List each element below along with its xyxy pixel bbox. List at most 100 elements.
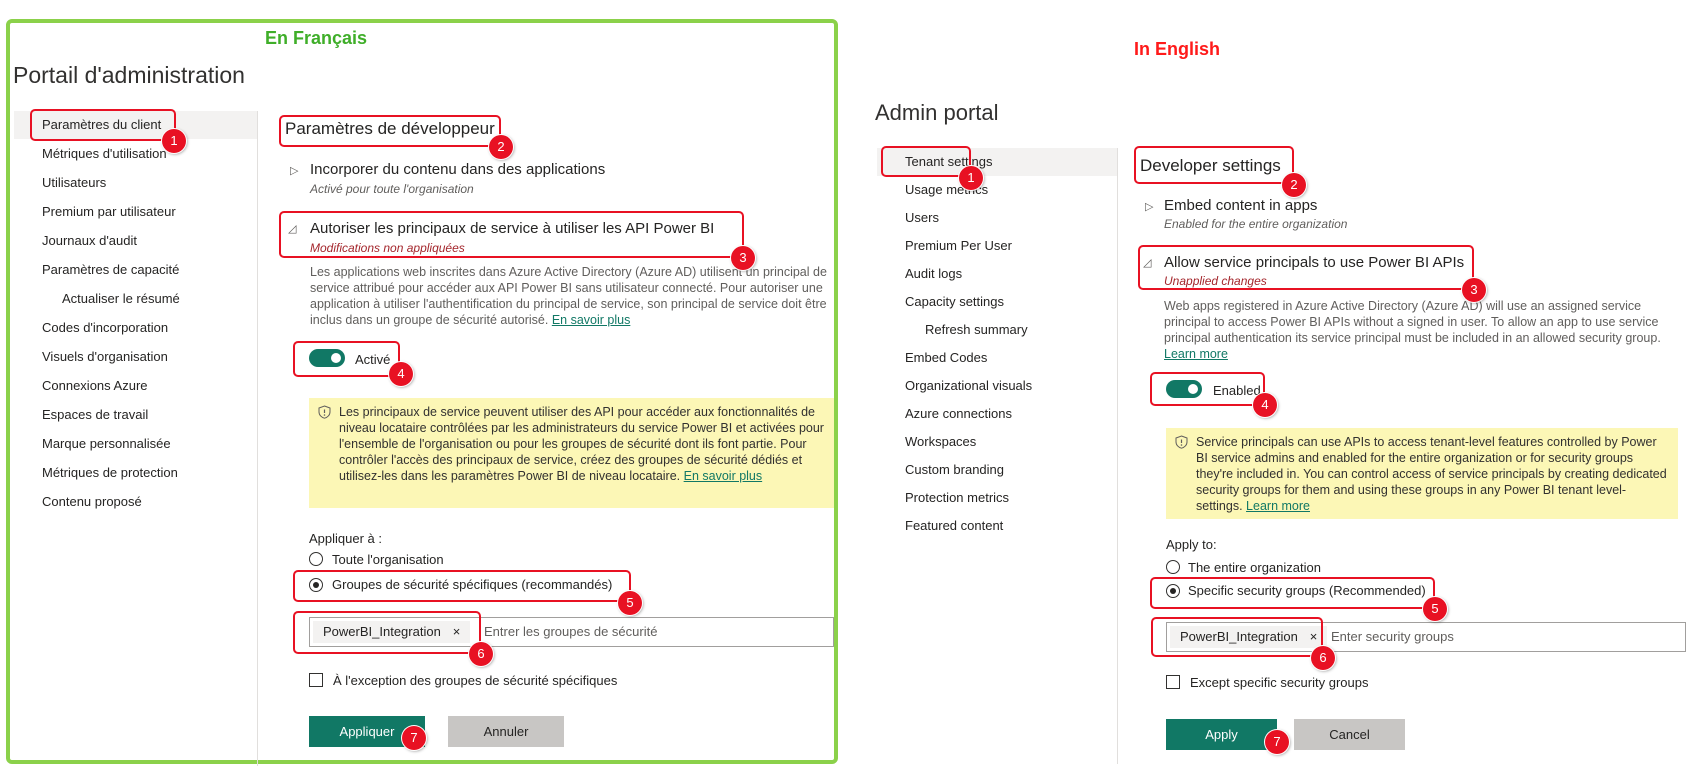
sidebar-item-featured-content[interactable]: Contenu proposé (14, 488, 142, 516)
french-panel: En Français Portail d'administration Par… (0, 0, 850, 774)
toggle-knob (1188, 384, 1198, 394)
security-groups-input[interactable]: PowerBI_Integration × Entrer les groupes … (309, 617, 834, 647)
sidebar-item-tenant-settings[interactable]: Tenant settings (877, 148, 1117, 176)
sidebar-item-refresh-summary[interactable]: Actualiser le résumé (14, 285, 180, 313)
group-chip: PowerBI_Integration × (313, 621, 471, 643)
sidebar-item-protection-metrics[interactable]: Protection metrics (877, 484, 1009, 512)
warning-learn-more-link[interactable]: Learn more (1246, 499, 1310, 513)
except-checkbox[interactable] (1166, 675, 1180, 689)
annotation-badge-1: 1 (162, 129, 186, 153)
section-title: Developer settings (1140, 156, 1281, 175)
radio-entire-organization[interactable] (309, 552, 323, 566)
sidebar-item-capacity-settings[interactable]: Paramètres de capacité (14, 256, 179, 284)
warning-banner: Les principaux de service peuvent utilis… (309, 398, 834, 508)
page-title: Admin portal (875, 100, 999, 125)
enable-toggle[interactable] (1166, 380, 1202, 398)
group-chip: PowerBI_Integration × (1170, 626, 1328, 648)
sidebar-item-protection-metrics[interactable]: Métriques de protection (14, 459, 178, 487)
radio-entire-organization[interactable] (1166, 560, 1180, 574)
warning-learn-more-link[interactable]: En savoir plus (684, 469, 763, 483)
sidebar-item-refresh-summary[interactable]: Refresh summary (877, 316, 1028, 344)
setting-allow-status: Modifications non appliquées (310, 241, 465, 255)
sidebar-item-usage-metrics[interactable]: Métriques d'utilisation (14, 140, 167, 168)
warning-banner: Service principals can use APIs to acces… (1166, 428, 1678, 519)
sidebar-item-organizational-visuals[interactable]: Organizational visuals (877, 372, 1032, 400)
setting-embed-title[interactable]: Incorporer du contenu dans des applicati… (310, 161, 605, 178)
apply-to-label: Apply to: (1166, 537, 1217, 552)
radio-specific-groups[interactable] (1166, 584, 1180, 598)
sidebar-item-premium-per-user[interactable]: Premium par utilisateur (14, 198, 176, 226)
annotation-badge-6: 6 (469, 642, 493, 666)
except-checkbox-label[interactable]: Except specific security groups (1190, 675, 1368, 690)
sidebar: Tenant settings Usage metrics Users Prem… (877, 148, 1118, 764)
sidebar-item-custom-branding[interactable]: Custom branding (877, 456, 1004, 484)
toggle-label: Activé (355, 352, 391, 367)
sidebar-item-embed-codes[interactable]: Embed Codes (877, 344, 987, 372)
shield-icon (1175, 435, 1188, 449)
annotation-badge-4: 4 (1253, 393, 1277, 417)
sidebar-item-audit-logs[interactable]: Journaux d'audit (14, 227, 137, 255)
sidebar-item-azure-connections[interactable]: Connexions Azure (14, 372, 148, 400)
collapse-icon[interactable]: ◿ (1143, 256, 1151, 269)
sidebar-item-capacity-settings[interactable]: Capacity settings (877, 288, 1004, 316)
annotation-badge-7: 7 (402, 726, 426, 750)
learn-more-link[interactable]: Learn more (1164, 347, 1228, 361)
remove-chip-icon[interactable]: × (453, 624, 461, 639)
sidebar-item-organizational-visuals[interactable]: Visuels d'organisation (14, 343, 168, 371)
french-caption: En Français (265, 28, 368, 48)
sidebar-item-premium-per-user[interactable]: Premium Per User (877, 232, 1012, 260)
input-placeholder: Entrer les groupes de sécurité (484, 624, 658, 639)
radio-specific-groups[interactable] (309, 578, 323, 592)
enable-toggle[interactable] (309, 349, 345, 367)
setting-embed-status: Enabled for the entire organization (1164, 217, 1348, 231)
toggle-label: Enabled (1213, 383, 1261, 398)
annotation-badge-3: 3 (1462, 278, 1486, 302)
sidebar-item-custom-branding[interactable]: Marque personnalisée (14, 430, 171, 458)
annotation-badge-3: 3 (731, 246, 755, 270)
sidebar-item-users[interactable]: Utilisateurs (14, 169, 106, 197)
sidebar: Paramètres du client Métriques d'utilisa… (14, 111, 258, 766)
section-title: Paramètres de développeur (285, 119, 495, 138)
setting-allow-title[interactable]: Allow service principals to use Power BI… (1164, 254, 1464, 271)
sidebar-item-audit-logs[interactable]: Audit logs (877, 260, 962, 288)
annotation-badge-6: 6 (1311, 646, 1335, 670)
annotation-badge-7: 7 (1265, 730, 1289, 754)
except-checkbox[interactable] (309, 673, 323, 687)
setting-description: Les applications web inscrites dans Azur… (310, 265, 827, 327)
setting-allow-title[interactable]: Autoriser les principaux de service à ut… (310, 220, 714, 237)
sidebar-item-workspaces[interactable]: Espaces de travail (14, 401, 148, 429)
annotation-badge-1: 1 (959, 166, 983, 190)
radio-entire-organization-label[interactable]: The entire organization (1188, 560, 1321, 575)
input-placeholder: Enter security groups (1331, 629, 1454, 644)
sidebar-item-tenant-settings[interactable]: Paramètres du client (14, 111, 257, 139)
radio-specific-groups-label[interactable]: Groupes de sécurité spécifiques (recomma… (332, 577, 612, 592)
radio-specific-groups-label[interactable]: Specific security groups (Recommended) (1188, 583, 1426, 598)
cancel-button[interactable]: Cancel (1294, 719, 1405, 750)
setting-description: Web apps registered in Azure Active Dire… (1164, 299, 1661, 361)
except-checkbox-label[interactable]: À l'exception des groupes de sécurité sp… (333, 673, 617, 688)
annotation-badge-2: 2 (1282, 173, 1306, 197)
sidebar-item-featured-content[interactable]: Featured content (877, 512, 1003, 540)
apply-to-label: Appliquer à : (309, 531, 382, 546)
cancel-button[interactable]: Annuler (448, 716, 564, 747)
radio-entire-organization-label[interactable]: Toute l'organisation (332, 552, 444, 567)
apply-button[interactable]: Apply (1166, 719, 1277, 750)
shield-icon (318, 405, 331, 419)
learn-more-link[interactable]: En savoir plus (552, 313, 631, 327)
setting-embed-title[interactable]: Embed content in apps (1164, 197, 1317, 214)
expand-icon[interactable]: ▷ (290, 164, 298, 177)
sidebar-item-workspaces[interactable]: Workspaces (877, 428, 976, 456)
annotation-badge-5: 5 (618, 591, 642, 615)
setting-embed-status: Activé pour toute l'organisation (310, 182, 474, 196)
expand-icon[interactable]: ▷ (1145, 200, 1153, 213)
annotation-badge-5: 5 (1423, 597, 1447, 621)
security-groups-input[interactable]: PowerBI_Integration × Enter security grou… (1166, 622, 1686, 652)
annotation-badge-4: 4 (389, 362, 413, 386)
sidebar-item-embed-codes[interactable]: Codes d'incorporation (14, 314, 168, 342)
sidebar-item-users[interactable]: Users (877, 204, 939, 232)
collapse-icon[interactable]: ◿ (288, 222, 296, 235)
remove-chip-icon[interactable]: × (1310, 629, 1318, 644)
english-panel: In English Admin portal Tenant settings … (868, 0, 1695, 774)
sidebar-item-azure-connections[interactable]: Azure connections (877, 400, 1012, 428)
annotation-badge-2: 2 (489, 135, 513, 159)
